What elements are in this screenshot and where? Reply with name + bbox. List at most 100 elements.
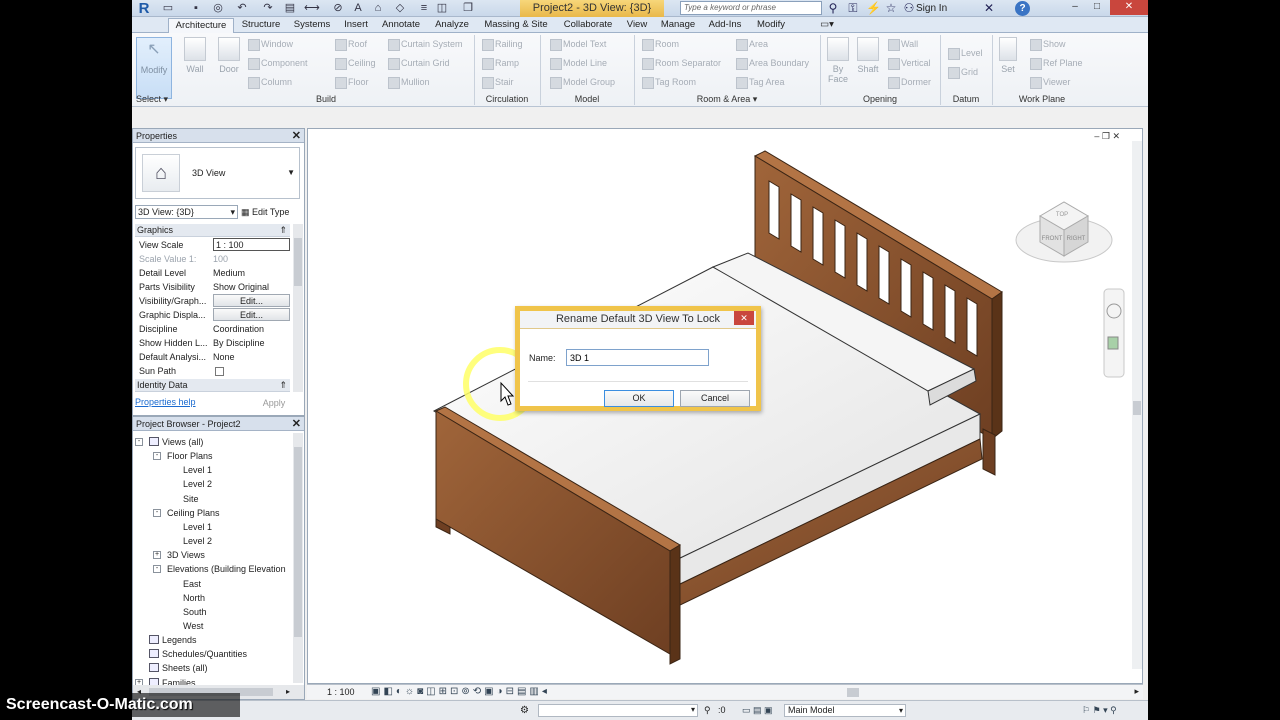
navigation-bar[interactable] [1103,288,1125,378]
properties-scrollbar[interactable] [293,224,303,392]
level-button[interactable]: Level [948,47,983,60]
curtain-system-button[interactable]: Curtain System [388,38,463,51]
print-icon[interactable]: ▤ [284,2,296,14]
browser-item[interactable]: - Ceiling Plans [153,506,220,520]
model-text-button[interactable]: Model Text [550,38,606,51]
scroll-thumb[interactable] [294,447,302,637]
browser-item[interactable]: Level 1 [183,463,212,477]
tab-architecture[interactable]: Architecture [168,18,234,33]
browser-item[interactable]: Level 2 [183,477,212,491]
view-control-icons[interactable]: ▣◧◐☼◙◫⊞⊡⊚⟲▣◑⊟▤▥◂ [371,686,550,697]
close-hidden-icon[interactable]: ◫ [436,2,448,14]
edit-type-button[interactable]: ▦ Edit Type [241,204,289,220]
browser-item[interactable]: Sheets (all) [149,661,208,675]
model-line-button[interactable]: Model Line [550,57,607,70]
browser-item[interactable]: West [183,619,203,633]
sync-icon[interactable]: ◎ [212,2,224,14]
group-graphics[interactable]: Graphics ⇑ [135,224,290,237]
browser-scrollbar[interactable] [293,433,303,683]
browser-item[interactable]: - Floor Plans [153,449,213,463]
tag-icon[interactable]: ⊘ [332,2,344,14]
show-button[interactable]: Show [1030,38,1066,51]
prop-row-view-scale[interactable]: View Scale 1 : 100 [135,238,290,252]
collapse-toggle-icon[interactable]: - [153,452,161,461]
railing-button[interactable]: Railing [482,38,523,51]
editable-only-icon[interactable]: ⚲ [704,705,711,716]
floor-button[interactable]: Floor [335,76,369,89]
prop-row-detail-level[interactable]: Detail Level Medium [135,266,290,280]
scroll-right-icon[interactable]: ▸ [1134,686,1139,697]
room-button[interactable]: Room [642,38,679,51]
minimize-button[interactable]: – [1064,0,1086,15]
mullion-button[interactable]: Mullion [388,76,430,89]
prop-row-graphic-display[interactable]: Graphic Displa... Edit... [135,308,290,322]
by-face-button[interactable]: By Face [824,37,852,89]
sun-path-checkbox[interactable] [215,367,224,376]
browser-item[interactable]: North [183,591,205,605]
vertical-opening-button[interactable]: Vertical [888,57,931,70]
view-cube[interactable]: TOP FRONT RIGHT [1015,201,1113,263]
browser-item[interactable]: - Views (all) [135,435,203,449]
binoculars-icon[interactable]: ⚲ [826,1,840,15]
prop-row-default-analysis[interactable]: Default Analysi... None [135,350,290,364]
browser-item[interactable]: - Elevations (Building Elevation [153,562,286,576]
viewport-vscrollbar[interactable] [1132,141,1142,669]
column-button[interactable]: Column [248,76,292,89]
prop-row-show-hidden[interactable]: Show Hidden L... By Discipline [135,336,290,350]
tab-systems[interactable]: Systems [288,18,336,33]
close-window-button[interactable]: ✕ [1110,0,1148,15]
grid-button[interactable]: Grid [948,66,978,79]
collapse-toggle-icon[interactable]: - [153,508,161,517]
shaft-button[interactable]: Shaft [854,37,882,89]
viewcube-front-label[interactable]: FRONT [1042,236,1063,242]
tag-room-button[interactable]: Tag Room [642,76,696,89]
thin-lines-icon[interactable]: ≡ [418,2,430,14]
wall-opening-button[interactable]: Wall [888,38,918,51]
text-icon[interactable]: A [352,2,364,14]
design-option-dropdown[interactable]: Main Model ▾ [784,704,906,717]
ref-plane-button[interactable]: Ref Plane [1030,57,1083,70]
tab-add-ins[interactable]: Add-Ins [704,18,746,33]
roof-button[interactable]: Roof [335,38,367,51]
favorites-star-icon[interactable]: ☆ [884,1,898,15]
door-button[interactable]: Door [214,37,244,89]
browser-item[interactable]: Schedules/Quantities [149,647,247,661]
tab-massing-site[interactable]: Massing & Site [478,18,554,33]
apply-button[interactable]: Apply [251,395,297,411]
switch-windows-icon[interactable]: ❐ [462,2,474,14]
selection-filter-icons[interactable]: ⚐ ⚑ ▾ ⚲ [1082,705,1117,716]
model-group-button[interactable]: Model Group [550,76,615,89]
area-button[interactable]: Area [736,38,768,51]
design-options-icons[interactable]: ▭ ▤ ▣ [742,705,773,716]
close-icon[interactable]: ✕ [292,417,301,431]
browser-item[interactable]: Legends [149,633,197,647]
exchange-icon[interactable]: ✕ [982,1,996,15]
search-input[interactable]: Type a keyword or phrase [680,1,822,15]
tab-structure[interactable]: Structure [236,18,286,33]
stair-button[interactable]: Stair [482,76,514,89]
browser-item[interactable]: East [183,577,201,591]
scroll-thumb[interactable] [1133,401,1141,415]
expand-toggle-icon[interactable]: + [153,551,161,560]
group-identity-data[interactable]: Identity Data ⇑ [135,379,290,392]
room-separator-button[interactable]: Room Separator [642,57,721,70]
scroll-right-icon[interactable]: ▸ [286,685,290,699]
close-icon[interactable]: ✕ [292,129,301,143]
ribbon-toggle-icon[interactable]: ▭▾ [816,18,838,33]
tab-collaborate[interactable]: Collaborate [558,18,618,33]
cancel-button[interactable]: Cancel [680,390,750,407]
set-button[interactable]: Set [996,37,1020,89]
viewer-button[interactable]: Viewer [1030,76,1070,89]
area-boundary-button[interactable]: Area Boundary [736,57,809,70]
visibility-edit-button[interactable]: Edit... [213,294,290,307]
maximize-button[interactable]: □ [1086,0,1108,15]
graphic-display-edit-button[interactable]: Edit... [213,308,290,321]
save-icon[interactable]: ▪ [190,2,202,14]
viewcube-right-label[interactable]: RIGHT [1067,236,1086,242]
tab-manage[interactable]: Manage [656,18,700,33]
app-logo-icon[interactable]: R [134,0,154,17]
modify-button[interactable]: ↖ Modify [136,37,172,99]
view-scale-control[interactable]: 1 : 100 [327,687,355,697]
redo-icon[interactable]: ↷ [262,2,274,14]
section-icon[interactable]: ◇ [394,2,406,14]
